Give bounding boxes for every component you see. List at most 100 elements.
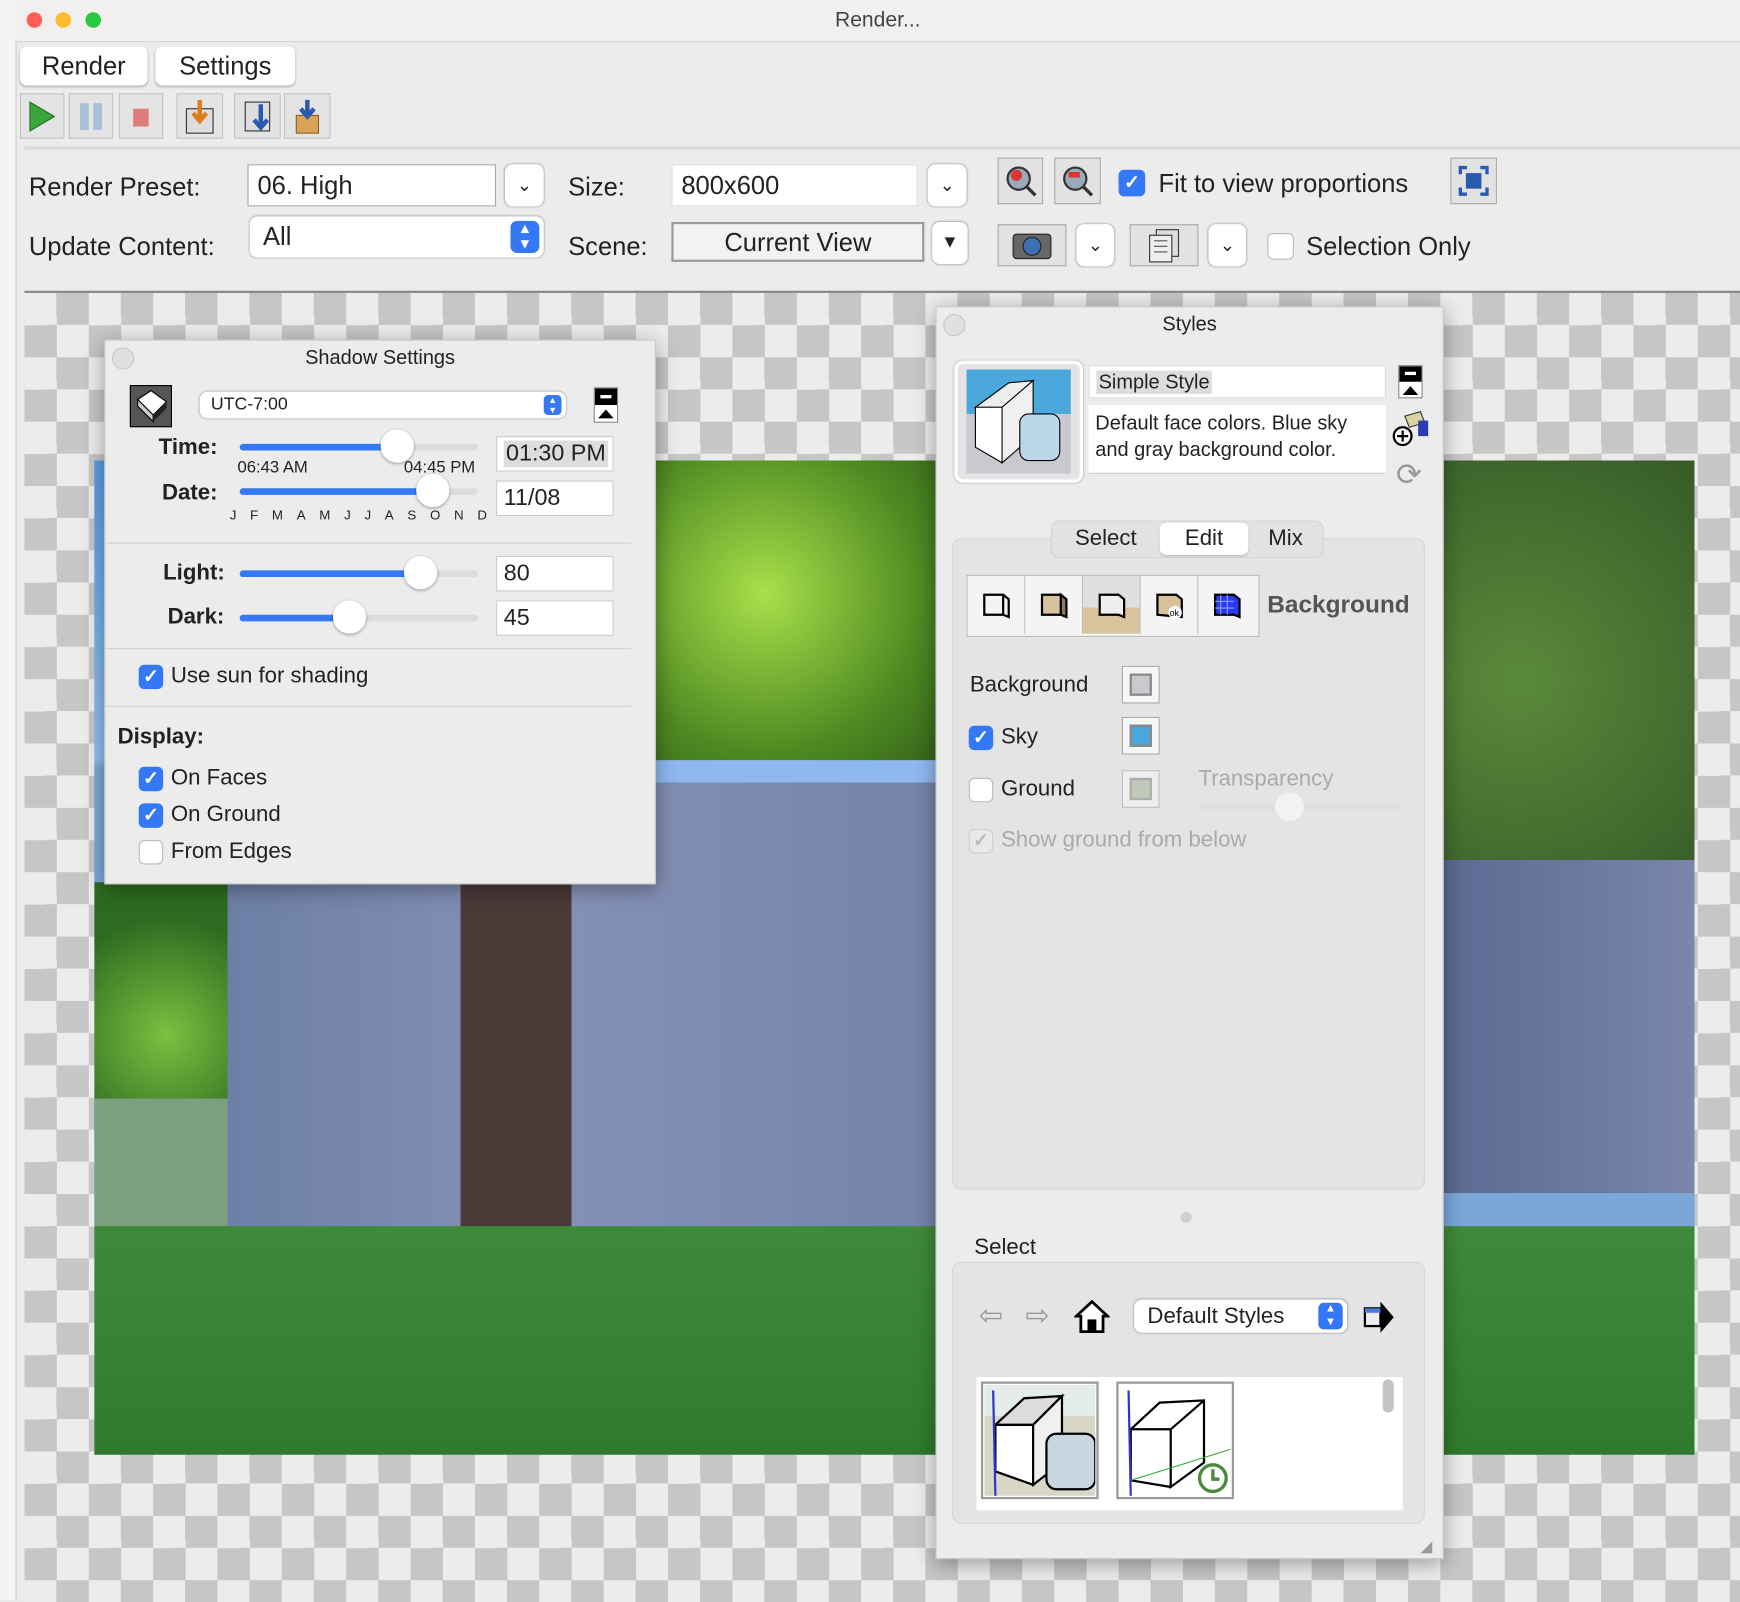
time-slider[interactable] [239,429,479,463]
camera-dropdown[interactable]: ⌄ [1076,224,1115,267]
use-sun-checkbox[interactable]: ✓ [138,664,164,690]
modeling-settings-icon [1214,593,1241,619]
style-item[interactable] [980,1381,1099,1500]
slider-thumb[interactable] [404,555,438,590]
panel-resize-grip[interactable]: ◢ [1420,1537,1432,1556]
fit-frame-button[interactable] [1450,157,1497,205]
zoom-out-render-button[interactable] [1054,157,1101,205]
styles-list-scrollbar[interactable] [1382,1379,1394,1413]
render-preset-dropdown[interactable]: ⌄ [504,164,544,207]
time-value: 01:30 PM [503,440,608,468]
use-sun-label: Use sun for shading [170,663,369,689]
dark-slider[interactable] [239,600,479,634]
slider-fill [239,570,422,578]
play-button[interactable] [19,93,65,139]
arrow-left-icon: ⇦ [978,1298,1003,1332]
slider-thumb[interactable] [416,473,450,508]
time-field[interactable]: 01:30 PM [496,436,614,472]
wireframe-style-thumbnail-icon [1119,1384,1231,1496]
watermark-settings-button[interactable]: ok [1140,575,1199,634]
on-ground-checkbox[interactable]: ✓ [138,803,164,828]
selection-only-checkbox[interactable] [1267,233,1294,260]
edge-settings-button[interactable] [967,575,1026,634]
background-settings-button[interactable] [1083,575,1141,634]
chevron-down-icon: ⌄ [939,176,955,196]
time-range-start: 06:43 AM [237,458,308,478]
style-thumbnail [954,360,1084,483]
magnifier-red-icon [1005,166,1036,197]
face-settings-button[interactable] [1025,575,1084,634]
sky-color-swatch[interactable] [1121,716,1160,755]
style-description-field[interactable]: Default face colors. Blue sky and gray b… [1088,405,1387,474]
back-button[interactable]: ⇦ [979,1298,1003,1332]
fit-to-view-checkbox[interactable]: ✓ [1118,169,1146,197]
date-slider[interactable] [239,473,479,508]
shadow-settings-panel: Shadow Settings UTC-7:00 ▲ ▼ Time: 06:43 A… [104,339,656,885]
pause-button[interactable] [68,93,114,139]
chevron-down-icon: ⌄ [516,176,532,196]
timezone-select[interactable]: UTC-7:00 ▲ ▼ [199,391,566,419]
tab-edit[interactable]: Edit [1159,522,1249,555]
light-field[interactable]: 80 [496,555,614,592]
collapse-panel-button[interactable] [593,387,619,423]
collapse-panel-button[interactable] [1398,365,1423,399]
scene-field[interactable]: Current View [671,221,925,262]
modeling-settings-button[interactable] [1198,575,1257,634]
style-item[interactable] [1116,1381,1234,1500]
water [94,1098,239,1232]
background-color-swatch[interactable] [1121,665,1160,704]
chevron-down-icon: ⌄ [1219,236,1235,256]
tab-settings[interactable]: Settings [155,46,296,86]
update-style-button[interactable]: ⟳ [1396,456,1422,493]
light-slider[interactable] [239,555,479,590]
slider-thumb[interactable] [332,600,367,634]
month-tick: M [319,507,331,523]
update-content-select[interactable]: All ▲ ▼ [249,216,544,258]
dark-label: Dark: [167,604,225,630]
style-name-field[interactable]: Simple Style [1088,365,1387,399]
pane-resize-handle[interactable] [1180,1211,1192,1223]
arrow-right-icon: ⇨ [1025,1298,1050,1332]
tab-mix[interactable]: Mix [1248,526,1322,552]
export-image-button[interactable] [176,93,224,139]
import-button[interactable] [284,93,331,139]
tab-render[interactable]: Render [19,46,148,86]
on-faces-checkbox[interactable]: ✓ [138,766,164,792]
render-preset-field[interactable]: 06. High [247,164,497,207]
shadow-toggle-button[interactable] [129,385,173,428]
updown-chevron-icon: ▲ ▼ [1318,1302,1343,1330]
month-tick: A [384,507,394,523]
size-field[interactable]: 800x600 [671,164,918,207]
toolbar-divider [24,146,1740,150]
home-button[interactable] [1072,1298,1112,1339]
window-title: Render... [834,8,921,33]
timezone-value: UTC-7:00 [210,395,288,414]
zoom-in-render-button[interactable] [997,157,1044,205]
transparency-slider[interactable] [1199,792,1400,822]
size-dropdown[interactable]: ⌄ [927,164,967,207]
month-tick: F [250,507,259,523]
camera-button[interactable] [997,224,1067,267]
ground-label: Ground [1000,776,1075,802]
collection-select[interactable]: Default Styles ▲ ▼ [1134,1299,1348,1333]
scene-dropdown[interactable]: ▼ [932,221,968,265]
resize-grip-icon: ◢ [1420,1536,1433,1555]
ground-checkbox[interactable] [968,777,994,803]
pages-dropdown[interactable]: ⌄ [1208,224,1247,267]
show-ground-below-checkbox[interactable]: ✓ [968,828,994,854]
on-faces-label: On Faces [170,765,268,791]
ground-color-swatch[interactable] [1121,770,1160,808]
dark-field[interactable]: 45 [496,600,614,636]
show-ground-below-label: Show ground from below [1000,827,1247,853]
slider-thumb[interactable] [1275,792,1304,822]
pages-button[interactable] [1129,224,1199,267]
forward-button[interactable]: ⇨ [1025,1298,1049,1332]
details-button[interactable] [1363,1299,1396,1340]
create-style-button[interactable] [1392,409,1430,452]
sky-checkbox[interactable]: ✓ [968,725,994,751]
from-edges-checkbox[interactable] [138,840,164,865]
tab-select[interactable]: Select [1052,526,1160,552]
stop-button[interactable] [118,93,164,139]
export-settings-button[interactable] [234,93,281,139]
date-field[interactable]: 11/08 [496,480,614,517]
